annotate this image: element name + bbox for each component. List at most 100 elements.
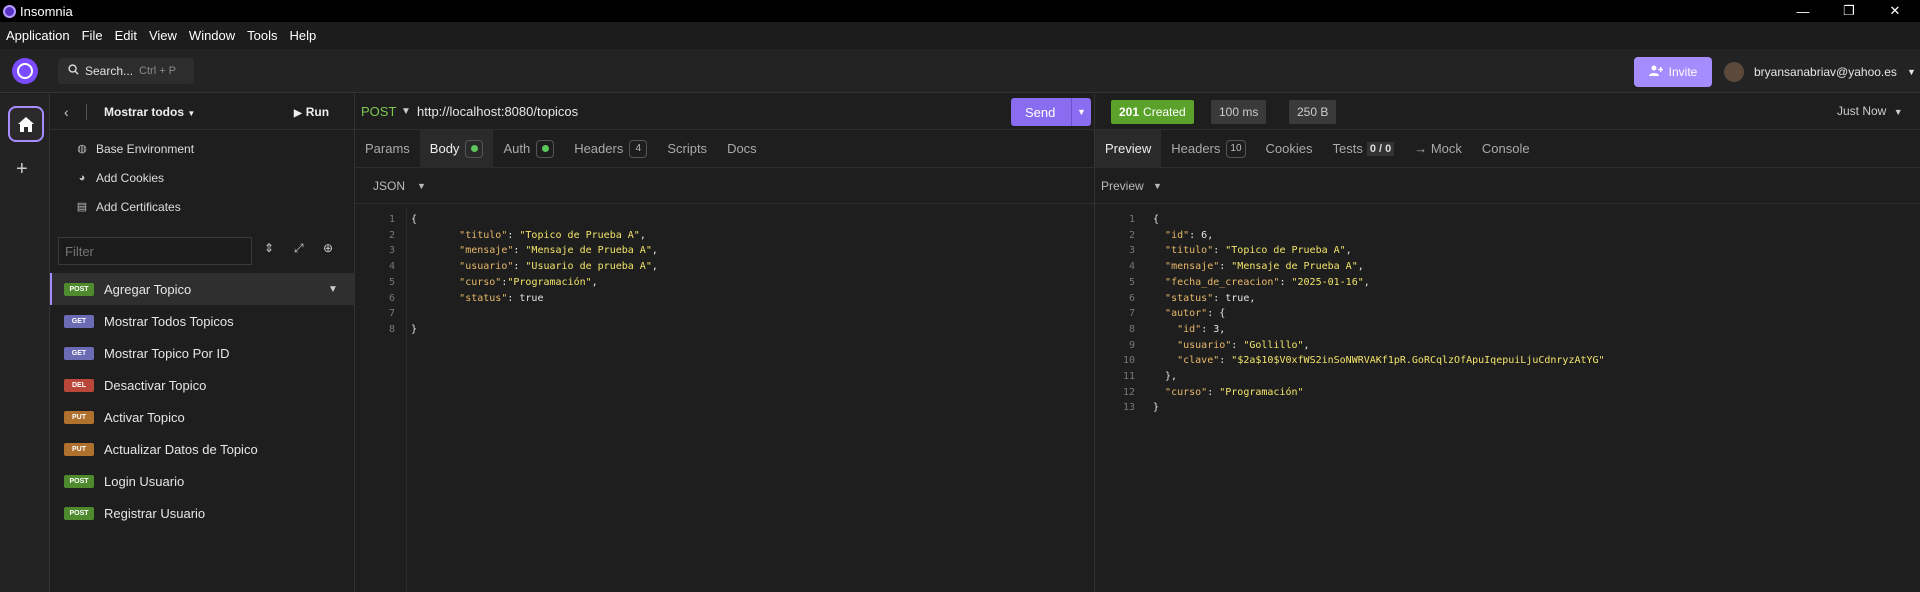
filter-row: ⇕ ⤢ ⊕: [50, 233, 355, 269]
code-line: "id": 6,: [1153, 230, 1213, 241]
tab-preview[interactable]: Preview: [1095, 129, 1162, 168]
list-item[interactable]: PUT Actualizar Datos de Topico: [50, 433, 355, 465]
response-body-viewer[interactable]: 1 2 3 4 5 6 7 8 9 10 11 12 13{ "id": 6, "titulo": "T…: [1095, 208, 1835, 592]
active-dot-icon: [470, 145, 478, 152]
chevron-down-icon[interactable]: ▼: [328, 284, 338, 295]
code-token: "Usuario de prueba A": [525, 261, 652, 273]
send-options-chevron-icon[interactable]: ▼: [1071, 98, 1091, 126]
list-item[interactable]: PUT Activar Topico: [50, 401, 355, 433]
close-window-button[interactable]: ✕: [1872, 0, 1918, 22]
menu-tools[interactable]: Tools: [247, 28, 277, 43]
add-workspace-icon[interactable]: +: [16, 158, 28, 181]
sort-icon[interactable]: ⇕: [264, 241, 274, 255]
line-number: 1: [1128, 214, 1135, 225]
request-body-editor[interactable]: 1 2 3 4 5 6 7 8 { "titulo": "Topico de Prueba A"…: [355, 208, 1095, 592]
body-type-selector[interactable]: JSON: [373, 179, 405, 193]
collection-selector[interactable]: Mostrar todos ▼: [104, 105, 195, 119]
code-token: :: [1279, 276, 1292, 288]
tab-auth[interactable]: Auth: [493, 130, 564, 168]
tab-docs[interactable]: Docs: [717, 130, 767, 168]
tab-label: Body: [429, 141, 460, 156]
tab-mock[interactable]: → Mock: [1404, 130, 1472, 168]
line-number: 11: [1122, 371, 1135, 382]
code-token: "$2a$10$V0xfWS2inSoNWRVAKf1pR.GoRCqlzOfA…: [1231, 355, 1605, 367]
method-selector[interactable]: POST: [361, 104, 396, 119]
restore-button[interactable]: ❐: [1826, 0, 1872, 22]
tab-cookies[interactable]: Cookies: [1256, 130, 1323, 168]
code-token: "usuario": [1177, 339, 1232, 351]
code-token: "fecha_de_creacion": [1165, 276, 1280, 288]
menu-help[interactable]: Help: [290, 28, 317, 43]
line-number: 3: [1128, 245, 1135, 257]
left-rail: +: [0, 94, 50, 592]
add-certificates-item[interactable]: ▤ Add Certificates: [50, 192, 354, 221]
run-button[interactable]: ▶ Run: [294, 105, 329, 119]
code-token: ,: [1345, 245, 1352, 257]
line-number: 5: [388, 276, 395, 288]
chevron-down-icon: ▼: [1153, 180, 1162, 191]
code-token: "mensaje": [459, 245, 514, 257]
menu-view[interactable]: View: [149, 28, 177, 43]
list-item[interactable]: POST Registrar Usuario: [50, 497, 355, 529]
tests-count: 0 / 0: [1366, 141, 1395, 156]
code-token: }: [1153, 402, 1160, 414]
code-token: "status": [459, 292, 508, 304]
tab-console[interactable]: Console: [1472, 130, 1540, 168]
list-item[interactable]: GET Mostrar Todos Topicos: [50, 305, 355, 337]
status-text: Created: [1143, 105, 1186, 119]
globe-icon: ◍: [77, 143, 87, 155]
code-token: "titulo": [1165, 245, 1214, 257]
collection-name: Mostrar todos: [104, 104, 185, 119]
tab-scripts[interactable]: Scripts: [657, 130, 717, 168]
code-line: "titulo": "Topico de Prueba A",: [1153, 245, 1352, 256]
code-token: "status": [1165, 292, 1214, 304]
list-item[interactable]: POST Login Usuario: [50, 465, 355, 497]
tab-body[interactable]: Body: [419, 129, 494, 168]
list-item[interactable]: POST Agregar Topico ▼: [50, 273, 355, 305]
code-token: ,: [639, 229, 646, 241]
filter-input[interactable]: [58, 237, 252, 265]
url-input[interactable]: http://localhost:8080/topicos: [417, 104, 578, 119]
invite-button[interactable]: Invite: [1634, 57, 1712, 87]
base-environment-item[interactable]: ◍ Base Environment: [50, 134, 354, 163]
user-menu[interactable]: bryansanabriav@yahoo.es ▼: [1724, 57, 1916, 87]
preview-mode-bar: Preview ▼: [1095, 168, 1920, 204]
tab-tests[interactable]: Tests 0 / 0: [1322, 130, 1404, 168]
insomnia-home-logo-icon[interactable]: [12, 58, 38, 84]
tab-headers[interactable]: Headers 4: [564, 130, 657, 168]
add-request-icon[interactable]: ⊕: [323, 241, 333, 255]
line-number: 6: [1128, 292, 1135, 304]
code-line: "fecha_de_creacion": "2025-01-16",: [1153, 277, 1370, 288]
search-shortcut: Ctrl + P: [139, 65, 177, 77]
back-icon[interactable]: ‹: [64, 104, 69, 120]
menu-edit[interactable]: Edit: [115, 28, 137, 43]
code-token: "mensaje": [1165, 261, 1220, 273]
home-button[interactable]: [8, 106, 44, 142]
tab-response-headers[interactable]: Headers 10: [1161, 130, 1255, 168]
run-label: Run: [305, 104, 330, 119]
minimize-button[interactable]: —: [1780, 0, 1826, 22]
menu-file[interactable]: File: [82, 28, 103, 43]
line-number: 4: [388, 261, 395, 273]
list-item[interactable]: DEL Desactivar Topico: [50, 369, 355, 401]
add-cookies-item[interactable]: ◕ Add Cookies: [50, 163, 354, 192]
method-badge: PUT: [64, 442, 94, 456]
sidebar-header: ‹ Mostrar todos ▼ ▶ Run: [50, 94, 354, 130]
code-token: }: [411, 323, 418, 335]
list-item[interactable]: GET Mostrar Topico Por ID: [50, 337, 355, 369]
menu-application[interactable]: Application: [6, 28, 70, 43]
method-badge: PUT: [64, 410, 94, 424]
send-button[interactable]: Send ▼: [1011, 98, 1091, 126]
response-history-selector[interactable]: Just Now ▼: [1837, 104, 1903, 118]
search-button[interactable]: Search... Ctrl + P: [58, 58, 194, 84]
menu-window[interactable]: Window: [189, 28, 235, 43]
tab-params[interactable]: Params: [355, 130, 420, 168]
chevron-down-icon: ▼: [401, 106, 411, 117]
expand-icon[interactable]: ⤢: [294, 241, 304, 256]
code-token: "Programación": [507, 276, 592, 288]
preview-mode-selector[interactable]: Preview: [1101, 179, 1144, 193]
